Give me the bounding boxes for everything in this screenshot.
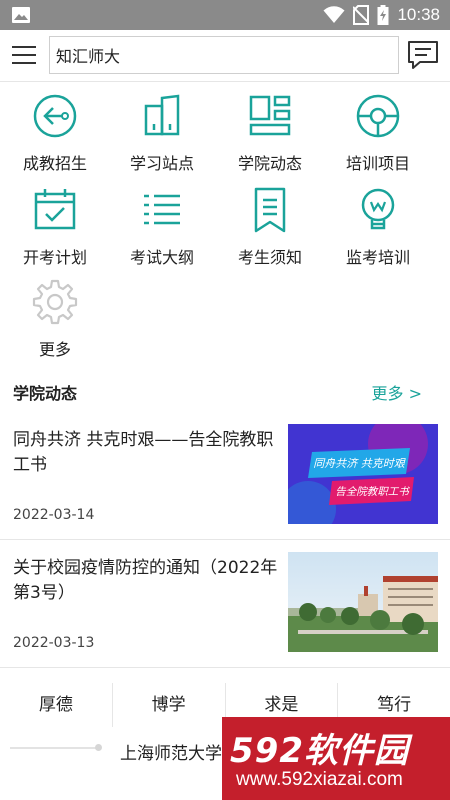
news-title: 关于校园疫情防控的通知（2022年第3号） (13, 558, 278, 603)
news-item[interactable]: 关于校园疫情防控的通知（2022年第3号） 2022-03-13 (0, 540, 450, 668)
status-bar: 10:38 (0, 0, 450, 30)
bookmark-doc-icon (254, 187, 286, 233)
grid-label: 开考计划 (22, 248, 87, 267)
gear-icon (32, 279, 78, 325)
grid-label: 考生须知 (237, 248, 302, 267)
search-box[interactable] (49, 36, 399, 74)
search-input[interactable] (50, 37, 398, 73)
news-title: 同舟共济 共克时艰——告全院教职工书 (13, 430, 274, 475)
news-date: 2022-03-13 (13, 635, 95, 651)
app-header (0, 30, 450, 82)
watermark-logo: 592软件园 (230, 731, 409, 771)
grid-label: 学习站点 (129, 154, 194, 173)
battery-icon (377, 5, 389, 25)
grid-item-training[interactable]: 培训项目 (323, 92, 433, 174)
motto-item: 博学 (113, 683, 226, 727)
section-title: 学院动态 (13, 384, 78, 403)
no-sim-icon (353, 5, 370, 25)
watermark-url: www.592xiazai.com (236, 769, 403, 790)
grid-item-invigilator-training[interactable]: 监考培训 (323, 186, 433, 268)
grid-label: 考试大纲 (129, 248, 194, 267)
watermark: 592软件园 www.592xiazai.com (222, 717, 450, 800)
grid-item-exam-plan[interactable]: 开考计划 (0, 186, 110, 268)
news-date: 2022-03-14 (13, 507, 95, 523)
study-site-icon (144, 94, 180, 136)
grid-label: 监考培训 (345, 248, 410, 267)
lightbulb-icon (361, 188, 395, 230)
grid-item-enroll[interactable]: 成教招生 (0, 92, 110, 174)
decorative-line (10, 747, 98, 749)
hamburger-menu-icon[interactable] (10, 42, 38, 70)
clock: 10:38 (397, 5, 440, 24)
more-link[interactable]: 更多 > (372, 380, 423, 404)
calendar-check-icon (34, 189, 76, 230)
news-banner-image: 同舟共济 共克时艰 告全院教职工书 (288, 424, 438, 524)
news-thumbnail: 同舟共济 共克时艰 告全院教职工书 (288, 424, 438, 524)
grid-label: 更多 (38, 340, 71, 359)
grid-label: 成教招生 (22, 154, 87, 173)
grid-item-college-news[interactable]: 学院动态 (215, 92, 325, 174)
banner-line-1: 同舟共济 共克时艰 (313, 457, 406, 470)
dashboard-icon (249, 95, 291, 136)
banner-line-2: 告全院教职工书 (335, 486, 410, 498)
campus-photo (288, 552, 438, 652)
grid-item-syllabus[interactable]: 考试大纲 (107, 186, 217, 268)
enroll-icon (33, 94, 77, 138)
image-icon (12, 7, 30, 23)
list-icon (144, 194, 180, 225)
news-thumbnail (288, 552, 438, 652)
grid-label: 学院动态 (237, 154, 302, 173)
grid-item-more[interactable]: 更多 (0, 278, 110, 360)
grid-label: 培训项目 (345, 154, 410, 173)
grid-item-study-site[interactable]: 学习站点 (107, 92, 217, 174)
grid-item-candidate-notice[interactable]: 考生须知 (215, 186, 325, 268)
training-icon (356, 94, 400, 138)
motto-item: 厚德 (0, 683, 113, 727)
news-item[interactable]: 同舟共济 共克时艰——告全院教职工书 2022-03-14 同舟共济 共克时艰 … (0, 412, 450, 540)
message-icon[interactable] (406, 38, 440, 72)
decorative-dot (95, 744, 102, 751)
wifi-icon (323, 6, 345, 23)
